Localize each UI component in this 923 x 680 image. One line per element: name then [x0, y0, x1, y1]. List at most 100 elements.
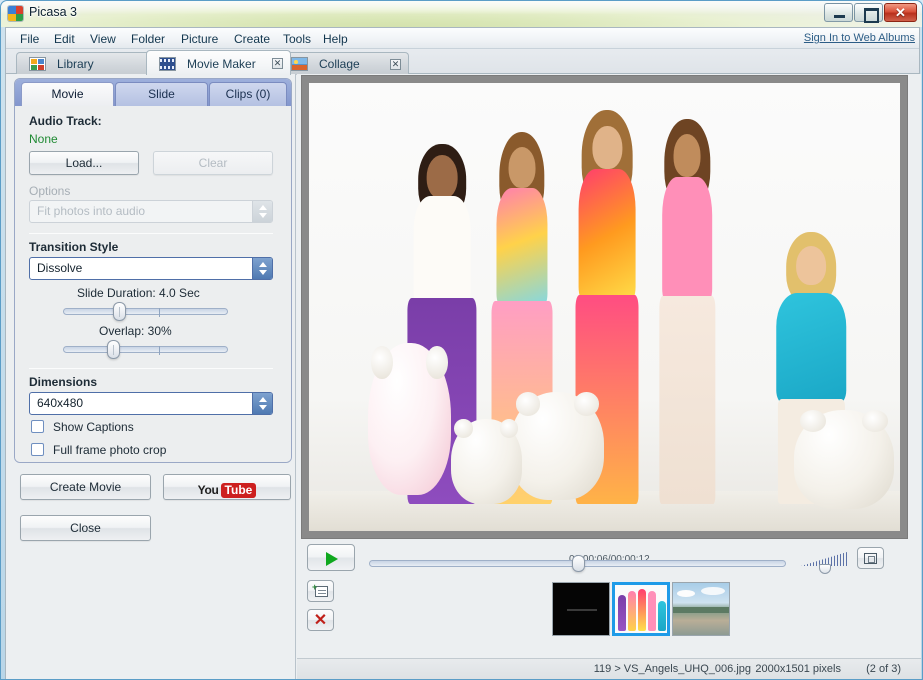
- photo-bear-pink: [368, 342, 451, 496]
- youtube-logo: You Tube: [164, 479, 290, 501]
- transition-style-value: Dissolve: [37, 261, 83, 275]
- dimensions-label: Dimensions: [29, 375, 98, 389]
- menu-view[interactable]: View: [86, 31, 120, 47]
- slide-duration-thumb[interactable]: [113, 302, 126, 321]
- photo-bear-right: [793, 410, 895, 509]
- clear-audio-button: Clear: [153, 151, 273, 175]
- tab-movie-maker-label: Movie Maker: [187, 57, 256, 71]
- audio-options-select: Fit photos into audio: [29, 200, 273, 223]
- slider-track: [63, 346, 228, 353]
- menu-tools[interactable]: Tools: [279, 31, 315, 47]
- tab-movie-maker[interactable]: Movie Maker ✕: [146, 50, 291, 75]
- settings-panel-body: Audio Track: None Load... Clear Options …: [15, 106, 291, 462]
- create-movie-button[interactable]: Create Movie: [20, 474, 151, 500]
- sign-in-web-albums-link[interactable]: Sign In to Web Albums: [804, 32, 915, 44]
- load-audio-button[interactable]: Load...: [29, 151, 139, 175]
- add-slide-button[interactable]: +: [307, 580, 334, 602]
- youtube-you-text: You: [197, 483, 219, 497]
- minimize-icon: [825, 4, 852, 21]
- youtube-upload-button[interactable]: You Tube: [163, 474, 291, 500]
- status-pixels: 2000x1501 pixels: [755, 663, 841, 675]
- divider-2: [29, 368, 273, 369]
- play-icon: [326, 552, 338, 566]
- overlap-label: Overlap: 30%: [99, 324, 172, 338]
- full-frame-crop-checkbox[interactable]: [31, 443, 44, 456]
- playback-bar: 00:00:06/00:00:12: [301, 544, 908, 578]
- play-button[interactable]: [307, 544, 355, 571]
- close-button[interactable]: Close: [20, 515, 151, 541]
- divider-1: [29, 233, 273, 234]
- slider-tick: [159, 346, 160, 355]
- dimensions-value: 640x480: [37, 396, 84, 410]
- thumb-mountains: [673, 607, 729, 613]
- photo-thumbnail[interactable]: [612, 582, 670, 636]
- audio-track-value: None: [29, 132, 58, 146]
- thumb-figure-2: [628, 591, 636, 631]
- settings-tab-clips[interactable]: Clips (0): [209, 82, 287, 106]
- fullscreen-button[interactable]: [857, 547, 884, 569]
- options-label: Options: [29, 184, 71, 198]
- clip-strip: + ✕: [301, 580, 908, 640]
- menu-bar: File Edit View Folder Picture Create Too…: [6, 28, 919, 49]
- settings-tab-clips-label: Clips (0): [225, 87, 271, 101]
- close-window-button[interactable]: ✕: [884, 3, 917, 22]
- film-icon: [159, 57, 176, 71]
- thumb-cloud-1: [677, 590, 695, 597]
- dimensions-select[interactable]: 640x480: [29, 392, 273, 415]
- show-captions-checkbox[interactable]: [31, 420, 44, 433]
- tab-collage-close-icon[interactable]: ✕: [390, 59, 401, 70]
- chevron-updown-icon[interactable]: [252, 258, 272, 279]
- scrubber-thumb[interactable]: [571, 555, 585, 572]
- title-slide-thumbnail[interactable]: [552, 582, 610, 636]
- menu-help[interactable]: Help: [319, 31, 352, 47]
- thumb-figure-5: [658, 601, 666, 631]
- tab-movie-maker-close-icon[interactable]: ✕: [272, 58, 283, 69]
- transition-style-label: Transition Style: [29, 240, 119, 254]
- volume-knob[interactable]: [819, 564, 831, 574]
- delete-clip-icon: ✕: [313, 612, 328, 629]
- thumb-cloud-2: [701, 587, 725, 595]
- tab-strip: Library Movie Maker ✕ Collage ✕: [6, 49, 919, 75]
- youtube-tube-text: Tube: [220, 483, 257, 498]
- slider-track: [63, 308, 228, 315]
- chevron-updown-icon[interactable]: [252, 393, 272, 414]
- transition-style-select[interactable]: Dissolve: [29, 257, 273, 280]
- photo-figure-4: [652, 118, 723, 505]
- client-area: File Edit View Folder Picture Create Too…: [5, 27, 921, 679]
- overlap-slider[interactable]: [63, 340, 228, 359]
- settings-tab-slide-label: Slide: [148, 87, 175, 101]
- timeline-scrubber[interactable]: 00:00:06/00:00:12: [369, 554, 786, 572]
- title-bar: Picasa 3 ✕: [1, 1, 922, 27]
- slide-duration-slider[interactable]: [63, 302, 228, 321]
- landscape-thumbnail[interactable]: [672, 582, 730, 636]
- settings-tab-movie-label: Movie: [51, 87, 84, 101]
- tab-library[interactable]: Library: [16, 52, 152, 75]
- menu-folder[interactable]: Folder: [127, 31, 169, 47]
- thumb-figure-1: [618, 595, 626, 631]
- delete-clip-button[interactable]: ✕: [307, 609, 334, 631]
- menu-edit[interactable]: Edit: [50, 31, 79, 47]
- picasa-window: Picasa 3 ✕ File Edit View Folder Picture…: [0, 0, 923, 680]
- maximize-button[interactable]: [854, 3, 883, 23]
- settings-tab-strip: Movie Slide Clips (0): [15, 79, 291, 106]
- tab-library-label: Library: [57, 57, 94, 71]
- preview-image: [309, 83, 900, 531]
- settings-tab-movie[interactable]: Movie: [21, 82, 114, 106]
- titlebar-sheen: [1, 1, 922, 14]
- preview-frame: [301, 75, 908, 539]
- photo-bear-left: [450, 419, 522, 505]
- volume-slider[interactable]: [801, 550, 847, 574]
- settings-tab-slide[interactable]: Slide: [115, 82, 208, 106]
- tab-collage[interactable]: Collage ✕: [278, 52, 409, 75]
- settings-box: Movie Slide Clips (0) Audio Track: None …: [14, 78, 292, 463]
- full-frame-crop-label: Full frame photo crop: [53, 443, 167, 457]
- menu-file[interactable]: File: [16, 31, 43, 47]
- maximize-icon: [855, 4, 882, 23]
- preview-panel: 00:00:06/00:00:12 +: [297, 74, 921, 679]
- overlap-thumb[interactable]: [107, 340, 120, 359]
- audio-options-value: Fit photos into audio: [37, 204, 146, 218]
- minimize-button[interactable]: [824, 3, 853, 22]
- menu-create[interactable]: Create: [230, 31, 274, 47]
- menu-picture[interactable]: Picture: [177, 31, 222, 47]
- thumb-figure-3: [638, 589, 646, 631]
